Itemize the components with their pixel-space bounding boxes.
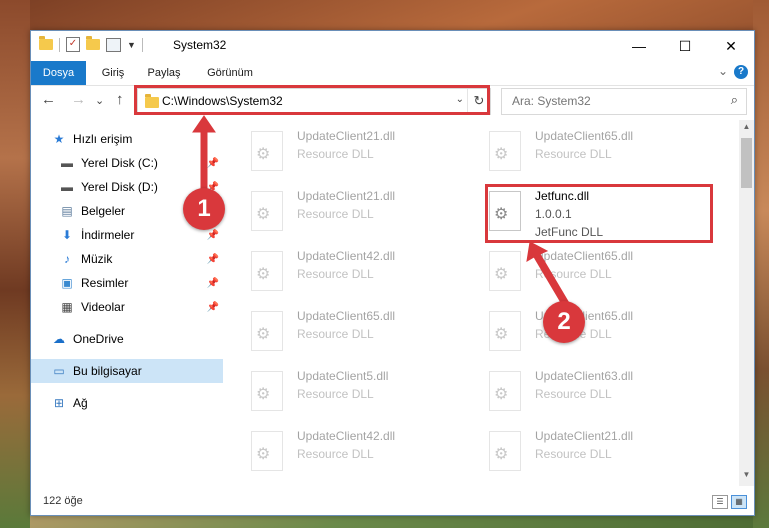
annotation-arrows <box>192 115 570 307</box>
step-badge-1: 1 <box>183 188 225 230</box>
arrow-2 <box>526 241 570 307</box>
step-badge-2: 2 <box>543 301 585 343</box>
arrow-1 <box>192 115 216 191</box>
